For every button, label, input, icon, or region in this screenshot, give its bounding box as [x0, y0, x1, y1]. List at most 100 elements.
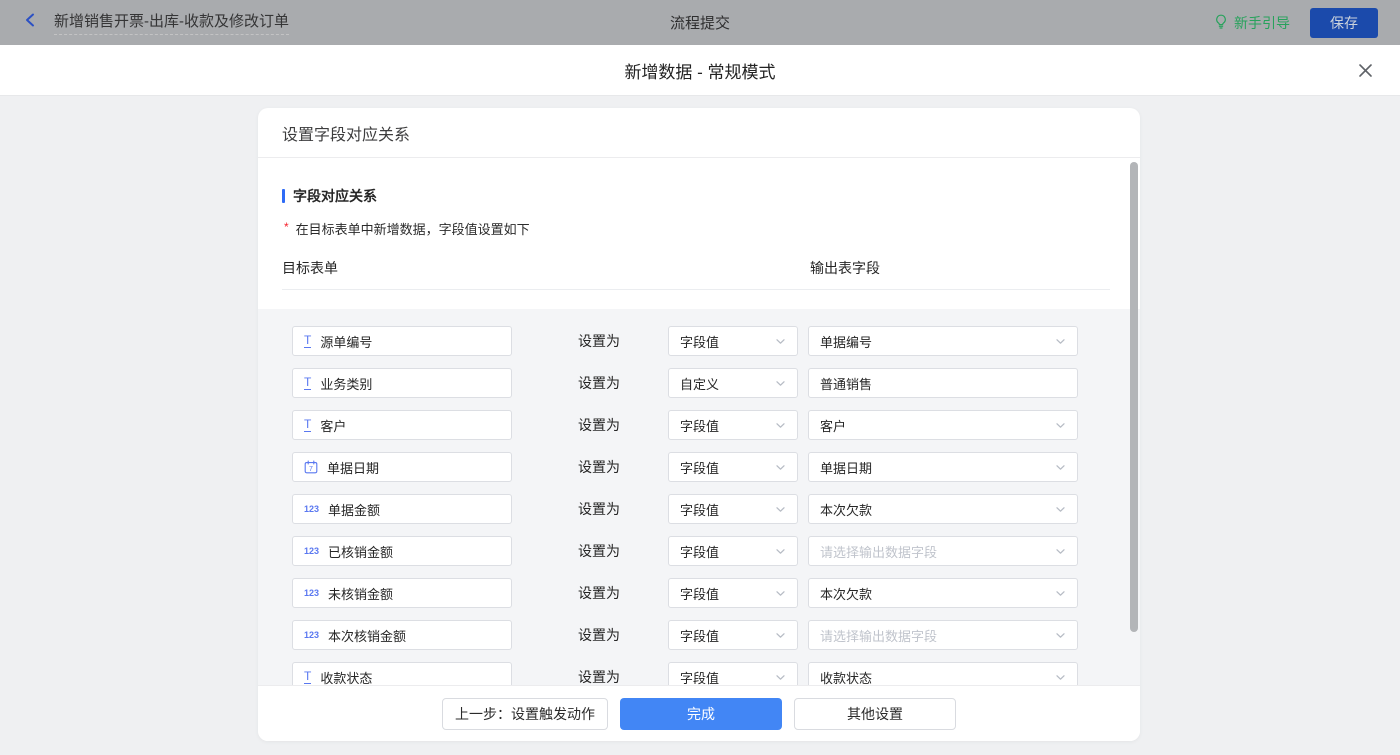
modal-header: 新增数据 - 常规模式	[0, 45, 1400, 96]
output-field-value: 收款状态	[820, 668, 872, 687]
target-field-box[interactable]: T 7 123 单据日期	[292, 452, 512, 482]
note-line: * 在目标表单中新增数据，字段值设置如下	[284, 219, 1116, 238]
field-rows: T 7 123 源单编号 设置为 字段值 单据编号 T 7 123	[258, 309, 1140, 713]
value-mode-selected: 字段值	[680, 458, 719, 477]
card-header-title: 设置字段对应关系	[282, 121, 410, 145]
beginner-guide-label: 新手引导	[1234, 13, 1290, 33]
output-field-value: 单据日期	[820, 458, 872, 477]
output-field-value: 本次欠款	[820, 584, 872, 603]
output-field-select[interactable]: 本次欠款	[808, 494, 1078, 524]
target-field-box[interactable]: T 7 123 本次核销金额	[292, 620, 512, 650]
output-field-value: 本次欠款	[820, 500, 872, 519]
value-mode-selected: 字段值	[680, 626, 719, 645]
chevron-down-icon	[775, 462, 786, 473]
card-header: 设置字段对应关系	[258, 108, 1140, 158]
beginner-guide-link[interactable]: 新手引导	[1214, 13, 1290, 33]
chevron-down-icon	[1055, 630, 1066, 641]
output-field-select[interactable]: 单据日期	[808, 452, 1078, 482]
chevron-down-icon	[775, 378, 786, 389]
top-app-bar: 新增销售开票-出库-收款及修改订单 流程提交 新手引导 保存	[0, 0, 1400, 45]
target-field-label: 业务类别	[320, 374, 372, 393]
chevron-down-icon	[775, 546, 786, 557]
field-mapping-row: T 7 123 未核销金额 设置为 字段值 本次欠款	[258, 572, 1140, 614]
value-mode-selected: 字段值	[680, 542, 719, 561]
output-field-select[interactable]: 单据编号	[808, 326, 1078, 356]
save-button[interactable]: 保存	[1310, 8, 1378, 38]
card-footer: 上一步：设置触发动作 完成 其他设置	[258, 685, 1140, 741]
value-mode-select[interactable]: 自定义	[668, 368, 798, 398]
output-field-value: 请选择输出数据字段	[820, 626, 937, 645]
value-mode-select[interactable]: 字段值	[668, 326, 798, 356]
column-header-output-field: 输出表字段	[810, 258, 880, 278]
back-button[interactable]	[22, 11, 40, 34]
vertical-scrollbar-thumb[interactable]	[1130, 162, 1138, 632]
field-mapping-row: T 7 123 单据日期 设置为 字段值 单据日期	[258, 446, 1140, 488]
target-field-label: 客户	[320, 416, 346, 435]
note-text: 在目标表单中新增数据，字段值设置如下	[296, 219, 530, 238]
output-field-value: 单据编号	[820, 332, 872, 351]
previous-step-button[interactable]: 上一步：设置触发动作	[442, 698, 608, 730]
set-as-label: 设置为	[578, 667, 622, 687]
output-field-select[interactable]: 请选择输出数据字段	[808, 536, 1078, 566]
chevron-down-icon	[775, 336, 786, 347]
chevron-down-icon	[775, 504, 786, 515]
field-mapping-row: T 7 123 客户 设置为 字段值 客户	[258, 404, 1140, 446]
field-mapping-row: T 7 123 源单编号 设置为 字段值 单据编号	[258, 320, 1140, 362]
text-field-icon: T	[304, 670, 311, 684]
field-mapping-row: T 7 123 已核销金额 设置为 字段值 请选择输出数据字段	[258, 530, 1140, 572]
target-field-label: 单据金额	[328, 500, 380, 519]
section-title: 字段对应关系	[282, 186, 1116, 206]
text-field-icon: T	[304, 376, 311, 390]
set-as-label: 设置为	[578, 331, 622, 351]
close-icon[interactable]	[1355, 60, 1375, 80]
value-mode-select[interactable]: 字段值	[668, 578, 798, 608]
value-mode-select[interactable]: 字段值	[668, 494, 798, 524]
field-mapping-row: T 7 123 本次核销金额 设置为 字段值 请选择输出数据字段	[258, 614, 1140, 656]
value-mode-select[interactable]: 字段值	[668, 536, 798, 566]
target-field-box[interactable]: T 7 123 客户	[292, 410, 512, 440]
target-field-box[interactable]: T 7 123 已核销金额	[292, 536, 512, 566]
field-mapping-row: T 7 123 业务类别 设置为 自定义 普通销售	[258, 362, 1140, 404]
column-header-target-form: 目标表单	[282, 258, 338, 278]
accent-bar	[282, 189, 285, 203]
set-as-label: 设置为	[578, 415, 622, 435]
set-as-label: 设置为	[578, 541, 622, 561]
target-field-label: 源单编号	[320, 332, 372, 351]
modal-body: 设置字段对应关系 字段对应关系 * 在目标表单中新增数据，字段值设置如下 目标表…	[0, 96, 1400, 755]
target-field-box[interactable]: T 7 123 单据金额	[292, 494, 512, 524]
chevron-down-icon	[1055, 546, 1066, 557]
flow-title[interactable]: 新增销售开票-出库-收款及修改订单	[54, 10, 289, 35]
output-field-select[interactable]: 本次欠款	[808, 578, 1078, 608]
value-mode-select[interactable]: 字段值	[668, 620, 798, 650]
number-field-icon: 123	[304, 630, 319, 640]
column-headers: 目标表单 输出表字段	[282, 258, 1110, 290]
set-as-label: 设置为	[578, 457, 622, 477]
value-mode-select[interactable]: 字段值	[668, 410, 798, 440]
value-mode-select[interactable]: 字段值	[668, 452, 798, 482]
value-mode-selected: 字段值	[680, 416, 719, 435]
other-settings-button[interactable]: 其他设置	[794, 698, 956, 730]
set-as-label: 设置为	[578, 583, 622, 603]
set-as-label: 设置为	[578, 625, 622, 645]
chevron-down-icon	[1055, 504, 1066, 515]
chevron-down-icon	[775, 672, 786, 683]
chevron-down-icon	[1055, 462, 1066, 473]
number-field-icon: 123	[304, 504, 319, 514]
output-field-select[interactable]: 客户	[808, 410, 1078, 440]
output-field-value: 客户	[820, 416, 846, 435]
target-field-box[interactable]: T 7 123 未核销金额	[292, 578, 512, 608]
chevron-down-icon	[1055, 588, 1066, 599]
output-field-value: 请选择输出数据字段	[820, 542, 937, 561]
text-field-icon: T	[304, 418, 311, 432]
target-field-label: 单据日期	[327, 458, 379, 477]
value-mode-selected: 自定义	[680, 374, 719, 393]
target-field-box[interactable]: T 7 123 源单编号	[292, 326, 512, 356]
output-field-select[interactable]: 普通销售	[808, 368, 1078, 398]
done-button[interactable]: 完成	[620, 698, 782, 730]
target-field-box[interactable]: T 7 123 业务类别	[292, 368, 512, 398]
set-as-label: 设置为	[578, 499, 622, 519]
chevron-down-icon	[1055, 336, 1066, 347]
set-as-label: 设置为	[578, 373, 622, 393]
output-field-select[interactable]: 请选择输出数据字段	[808, 620, 1078, 650]
target-field-label: 本次核销金额	[328, 626, 406, 645]
